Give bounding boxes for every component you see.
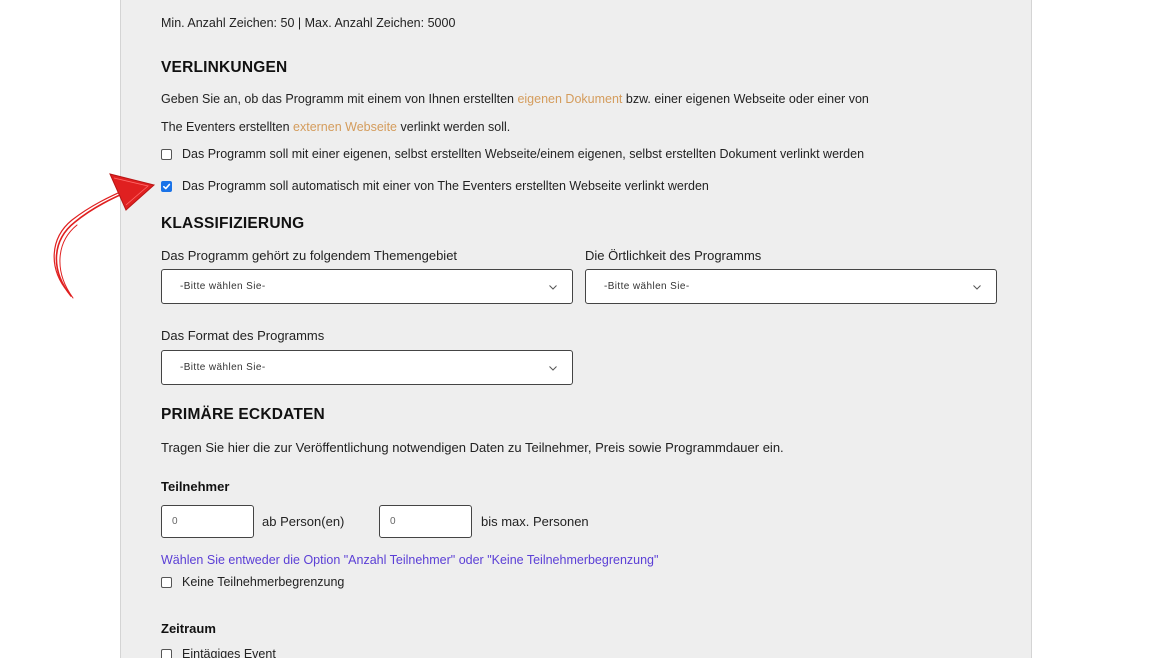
teilnehmer-label: Teilnehmer [161,479,230,494]
format-select[interactable]: -Bitte wählen Sie- [161,350,573,385]
desc-text: bzw. einer eigenen Webseite oder einer v… [622,92,869,106]
oertlichkeit-label: Die Örtlichkeit des Programms [585,248,762,263]
chevron-down-icon [973,284,981,290]
max-participants-input[interactable]: 0 [379,505,472,538]
eventers-website-label: Das Programm soll automatisch mit einer … [182,179,709,193]
section-title-klassifizierung: KLASSIFIZIERUNG [161,215,305,232]
verlinkungen-description-line1: Geben Sie an, ob das Programm mit einem … [161,92,869,106]
eintaegig-row[interactable]: Eintägiges Event [161,647,276,658]
themengebiet-label: Das Programm gehört zu folgendem Themeng… [161,248,458,263]
oertlichkeit-select-value: -Bitte wählen Sie- [604,281,690,292]
option-own-website-row[interactable]: Das Programm soll mit einer eigenen, sel… [161,147,864,161]
no-limit-label: Keine Teilnehmerbegrenzung [182,575,345,589]
checkmark-icon [162,183,171,189]
own-website-checkbox[interactable] [161,148,172,160]
annotation-arrow-icon [53,173,156,299]
char-limit-note: Min. Anzahl Zeichen: 50 | Max. Anzahl Ze… [161,16,456,30]
page: Min. Anzahl Zeichen: 50 | Max. Anzahl Ze… [0,0,1170,658]
eintaegig-label: Eintägiges Event [182,647,276,658]
chevron-down-icon [549,284,557,290]
section-title-verlinkungen: VERLINKUNGEN [161,59,288,76]
eckdaten-description: Tragen Sie hier die zur Veröffentlichung… [161,440,784,455]
zeitraum-label: Zeitraum [161,621,216,636]
externe-webseite-link[interactable]: externen Webseite [293,120,397,134]
eigenes-dokument-link[interactable]: eigenen Dokument [517,92,622,106]
verlinkungen-description-line2: The Eventers erstellten externen Webseit… [161,120,510,134]
desc-text: Geben Sie an, ob das Programm mit einem … [161,92,518,106]
eintaegig-checkbox[interactable] [161,648,172,658]
desc-text: verlinkt werden soll. [397,120,511,134]
no-limit-checkbox[interactable] [161,576,172,588]
eventers-website-checkbox[interactable] [161,180,172,192]
min-participants-suffix: ab Person(en) [262,514,345,529]
min-participants-value: 0 [172,516,178,527]
participants-hint: Wählen Sie entweder die Option "Anzahl T… [161,553,659,567]
desc-text: The Eventers erstellten [161,120,294,134]
own-website-label: Das Programm soll mit einer eigenen, sel… [182,147,865,161]
themengebiet-select-value: -Bitte wählen Sie- [180,281,266,292]
max-participants-value: 0 [390,516,396,527]
themengebiet-select[interactable]: -Bitte wählen Sie- [161,269,573,304]
format-label: Das Format des Programms [161,328,325,343]
no-limit-row[interactable]: Keine Teilnehmerbegrenzung [161,575,344,589]
chevron-down-icon [549,365,557,371]
min-participants-input[interactable]: 0 [161,505,254,538]
max-participants-suffix: bis max. Personen [481,514,589,529]
option-eventers-website-row[interactable]: Das Programm soll automatisch mit einer … [161,179,709,193]
oertlichkeit-select[interactable]: -Bitte wählen Sie- [585,269,997,304]
format-select-value: -Bitte wählen Sie- [180,362,266,373]
section-title-eckdaten: PRIMÄRE ECKDATEN [161,406,325,423]
